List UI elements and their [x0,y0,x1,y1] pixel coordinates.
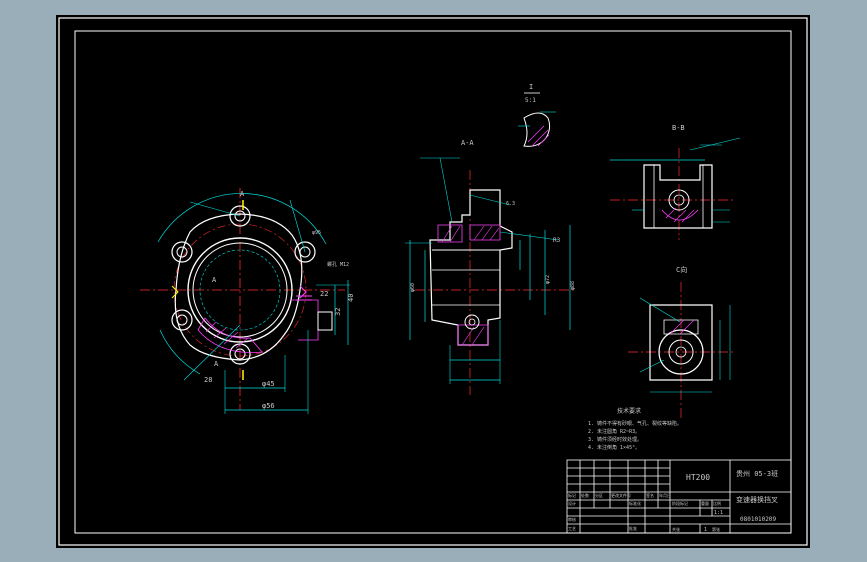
label-date: 年月日 [659,492,671,498]
view-c-labels: C向 [676,265,687,274]
label-count: 处数 [581,492,589,498]
part-name: 变速器换挡叉 [736,495,778,504]
detail-scale: 5:1 [525,97,536,104]
label-signature: 签名 [646,492,654,498]
notes-title: 技术要求 [617,407,641,415]
detail-title: I [529,83,533,91]
dim-pitch: φ95 [312,230,321,236]
scale-value: 1:1 [714,510,723,516]
dim-22: 22 [320,290,328,298]
paper [56,15,810,548]
note-2: 2. 未注圆角 R2~R3。 [588,428,640,435]
label-design: 设计 [568,500,576,506]
dim-r3: R3 [553,237,561,244]
dim-32: 32 [334,308,342,316]
dim-phi56: φ56 [262,402,275,410]
label-weight: 重量 [701,500,709,506]
sheet-value: 1 [704,527,707,533]
section-a-a-title: A-A [461,139,474,147]
section-b-b-labels: B-B [672,124,685,132]
dim-40: 40 [347,294,355,302]
label-sheet-no: 第张 [712,526,720,532]
company: 贵州 05-3班 [736,469,778,478]
roughness-6-3: 6.3 [506,201,515,207]
material: HT200 [686,473,710,482]
dim-phi45: φ45 [262,380,275,388]
dim-phi72: φ72 [545,275,551,284]
label-mark: 标记 [568,492,576,498]
dim-phi88: φ88 [570,281,576,290]
dim-tap: 螺孔 M12 [327,261,349,268]
label-approve: 批准 [629,525,637,531]
label-total-sheets: 共张 [672,526,680,532]
drawing-sheet: A A A 螺孔 M12 22 32 40 28 φ45 φ56 φ95 A-A… [56,15,810,548]
label-standard: 标准化 [629,500,641,506]
label-ratio: 比例 [713,500,721,506]
label-change-doc: 更改文件号 [611,492,631,498]
dim-phi60: φ60 [410,283,416,292]
label-review: 审核 [568,516,576,522]
drawing-no: 0801010209 [740,516,777,523]
view-c-title: C向 [676,265,687,274]
label-stage: 阶段标记 [672,500,688,506]
note-1: 1. 铸件不得有砂眼、气孔、裂纹等缺陷。 [588,420,682,427]
dim-28: 28 [204,376,212,384]
note-4: 4. 未注倒角 1×45°。 [588,444,640,451]
label-process: 工艺 [568,526,576,531]
label-zone: 分区 [595,492,603,498]
section-b-b-title: B-B [672,124,685,132]
note-3: 3. 铸件须经时效处理。 [588,436,642,443]
